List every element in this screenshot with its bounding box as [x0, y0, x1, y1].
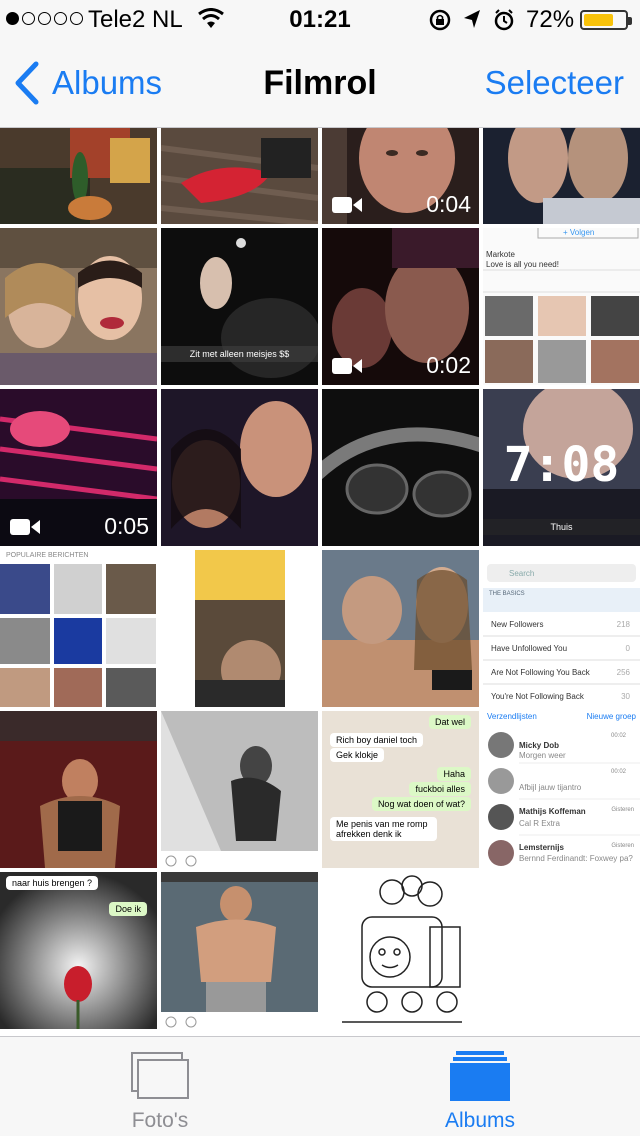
- followers-row-value: 256: [616, 668, 630, 677]
- chat-message: Gek klokje: [330, 748, 385, 762]
- photo-thumbnail[interactable]: [322, 389, 479, 546]
- chat-message: Doe ik: [109, 902, 147, 916]
- whatsapp-chat-time: Gisteren: [611, 843, 634, 849]
- tab-photos[interactable]: Foto's: [0, 1037, 320, 1137]
- orientation-lock-icon: [429, 9, 451, 31]
- navigation-bar: Albums Filmrol Selecteer: [0, 40, 640, 128]
- chat-message: Haha: [437, 767, 471, 781]
- profile-name: Markote: [486, 250, 515, 259]
- chat-message: naar huis brengen ?: [6, 876, 99, 890]
- profile-bio: Love is all you need!: [486, 260, 559, 269]
- video-camera-icon: [332, 197, 362, 213]
- snap-caption: Thuis: [483, 519, 640, 535]
- video-thumbnail[interactable]: 0:04: [322, 128, 479, 224]
- photo-thumbnail[interactable]: [0, 128, 157, 224]
- battery-icon: [580, 10, 632, 30]
- whatsapp-chat-message: Morgen weer: [519, 751, 566, 760]
- tab-bar: Foto's Albums: [0, 1036, 640, 1136]
- tab-albums[interactable]: Albums: [320, 1037, 640, 1137]
- profile-follow-label: + Volgen: [563, 228, 595, 237]
- chat-message: Nog wat doen of wat?: [371, 797, 471, 811]
- photo-thumbnail[interactable]: [322, 550, 479, 707]
- video-camera-icon: [332, 358, 362, 374]
- tab-photos-label: Foto's: [131, 1109, 189, 1132]
- battery-percentage: 72%: [526, 6, 575, 33]
- photo-thumbnail[interactable]: naar huis brengen ? Doe ik: [0, 872, 157, 1029]
- photo-thumbnail[interactable]: Markote Love is all you need! + Volgen: [483, 228, 640, 385]
- photo-thumbnail[interactable]: [0, 228, 157, 385]
- whatsapp-chat-name: Lemsternijs: [519, 843, 564, 852]
- alarm-icon: [494, 9, 514, 31]
- photos-stack-icon: [131, 1052, 189, 1099]
- photo-thumbnail[interactable]: [0, 711, 157, 868]
- followers-row-label: You're Not Following Back: [491, 692, 584, 701]
- whatsapp-chat-time: Gisteren: [611, 807, 634, 813]
- photo-thumbnail[interactable]: [161, 711, 318, 868]
- photo-thumbnail[interactable]: Dat wel Rich boy daniel toch Gek klokje …: [322, 711, 479, 868]
- chat-message: Dat wel: [428, 715, 471, 729]
- status-icons: [429, 9, 514, 31]
- photo-thumbnail[interactable]: Zit met alleen meisjes $$: [161, 228, 318, 385]
- followers-section: THE BASICS: [489, 591, 525, 597]
- select-button[interactable]: Selecteer: [485, 64, 624, 102]
- followers-row-label: Are Not Following You Back: [491, 668, 590, 677]
- chat-message: Rich boy daniel toch: [330, 733, 424, 747]
- photo-thumbnail[interactable]: Verzendlijsten Nieuwe groep Micky Dob Mo…: [483, 711, 640, 868]
- snap-caption: Zit met alleen meisjes $$: [161, 346, 318, 362]
- photo-thumbnail[interactable]: 7:08 Thuis: [483, 389, 640, 546]
- followers-row-value: 30: [621, 692, 630, 701]
- whatsapp-chat-name: Mathijs Koffeman: [519, 807, 586, 816]
- video-duration: 0:05: [104, 513, 149, 539]
- video-thumbnail[interactable]: 0:02: [322, 228, 479, 385]
- status-bar: Tele2 NL 01:21 72%: [0, 0, 640, 40]
- photo-thumbnail[interactable]: [322, 872, 479, 1029]
- video-camera-icon: [10, 519, 40, 535]
- video-duration: 0:02: [426, 352, 471, 378]
- followers-row-value: 218: [616, 620, 630, 629]
- video-thumbnail[interactable]: 0:05: [0, 389, 157, 546]
- whatsapp-chat-message: Afbijl jauw tijantro: [519, 783, 582, 792]
- chat-message: fuckboi alles: [409, 782, 471, 796]
- video-duration: 0:04: [426, 191, 471, 217]
- photo-thumbnail[interactable]: [483, 128, 640, 224]
- photo-thumbnail[interactable]: [161, 550, 318, 707]
- photo-grid: 0:04 Zit met alleen meisjes $$ 0:02 Mark…: [0, 128, 640, 1036]
- albums-stack-icon: [450, 1051, 510, 1101]
- tab-albums-label: Albums: [444, 1109, 516, 1132]
- location-arrow-icon: [464, 10, 480, 28]
- photo-thumbnail[interactable]: [161, 128, 318, 224]
- photo-thumbnail[interactable]: [161, 389, 318, 546]
- photo-thumbnail[interactable]: [161, 872, 318, 1029]
- whatsapp-chat-name: Micky Dob: [519, 741, 560, 750]
- followers-row-value: 0: [625, 644, 630, 653]
- photo-thumbnail[interactable]: Search THE BASICS New Followers 218 Have…: [483, 550, 640, 707]
- whatsapp-chat-message: Cal R Extra: [519, 819, 560, 828]
- photo-thumbnail[interactable]: POPULAIRE BERICHTEN: [0, 550, 157, 707]
- snap-clock-overlay: 7:08: [503, 437, 620, 493]
- whatsapp-chat-time: 00:02: [610, 733, 626, 739]
- followers-row-label: New Followers: [491, 620, 544, 629]
- followers-search: Search: [509, 569, 535, 578]
- followers-row-label: Have Unfollowed You: [491, 644, 568, 653]
- whatsapp-chat-time: 00:02: [610, 769, 626, 775]
- chat-message: Me penis van me romp afrekken denk ik: [330, 817, 437, 841]
- whatsapp-chat-message: Bernnd Ferdinandt: Foxwey pa?: [519, 854, 633, 863]
